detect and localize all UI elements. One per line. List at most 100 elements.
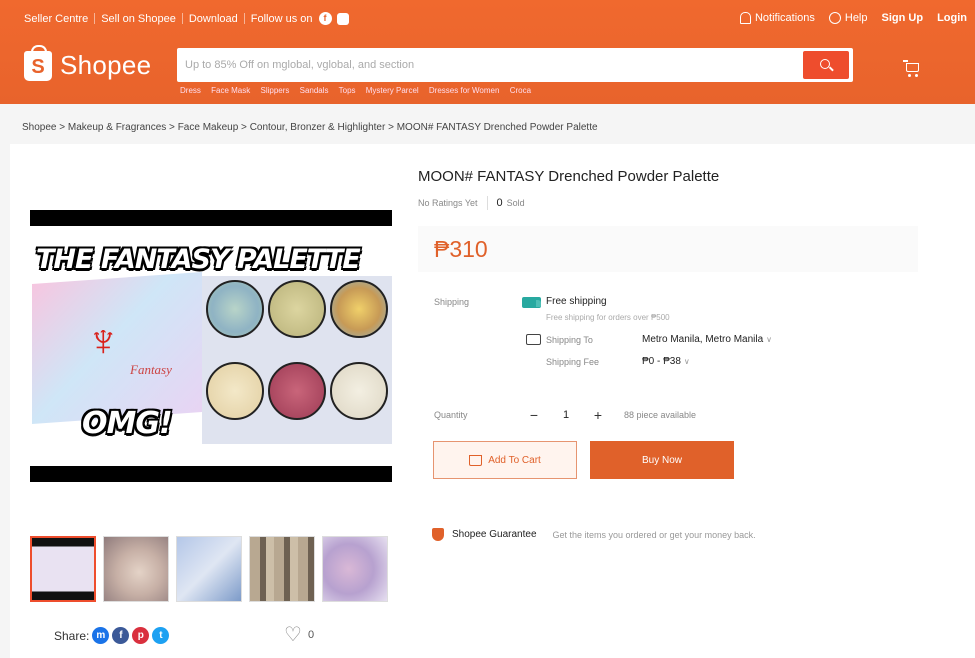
- brand-name: Shopee: [60, 50, 152, 80]
- keyword-link[interactable]: Dress: [180, 86, 201, 95]
- chevron-down-icon: ∨: [766, 335, 773, 344]
- pinterest-icon[interactable]: p: [132, 627, 150, 644]
- price-section: [418, 226, 918, 272]
- sold-count: 0: [496, 197, 503, 209]
- eyeshadow-pans: [202, 276, 392, 444]
- download-link[interactable]: Download: [189, 13, 238, 25]
- twitter-icon[interactable]: t: [152, 627, 170, 644]
- thumbnail-strip: [30, 536, 395, 602]
- thumbnail-image[interactable]: [249, 536, 315, 602]
- breadcrumb-link[interactable]: Face Makeup: [178, 122, 239, 133]
- keyword-link[interactable]: Dresses for Women: [429, 86, 500, 95]
- product-main-image[interactable]: ♆ Fantasy THE FANTASY PALETTE OMG!: [30, 210, 392, 482]
- shopee-logo[interactable]: S Shopee: [24, 44, 152, 81]
- help-label: Help: [844, 12, 868, 24]
- breadcrumb-link[interactable]: Shopee: [22, 122, 56, 133]
- shipping-to-select[interactable]: Metro Manila, Metro Manila ∨: [642, 334, 772, 345]
- seller-centre-link[interactable]: Seller Centre: [24, 13, 88, 25]
- top-bar: Seller Centre Sell on Shopee Download Fo…: [0, 10, 975, 28]
- search-bar: [177, 48, 853, 82]
- shipping-label: Shipping: [434, 297, 470, 307]
- free-shipping-note: Free shipping for orders over ₱500: [546, 313, 670, 322]
- ratings-status: No Ratings Yet: [418, 198, 478, 208]
- sign-up-link[interactable]: Sign Up: [882, 12, 924, 24]
- shipping-fee-label: Shipping Fee: [546, 357, 600, 367]
- quantity-input[interactable]: 1: [546, 403, 586, 427]
- product-title: MOON# FANTASY Drenched Powder Palette: [418, 168, 720, 185]
- keyword-link[interactable]: Face Mask: [211, 86, 250, 95]
- add-to-cart-label: Add To Cart: [488, 454, 541, 466]
- messenger-icon[interactable]: m: [92, 627, 110, 644]
- pan-swatch: [330, 280, 388, 338]
- search-button[interactable]: [803, 51, 849, 79]
- pan-swatch: [268, 280, 326, 338]
- quantity-increase-button[interactable]: +: [586, 403, 610, 427]
- image-omg-text: OMG!: [82, 406, 173, 441]
- instagram-icon[interactable]: [336, 12, 349, 25]
- divider: [243, 13, 245, 24]
- trending-keywords: Dress Face Mask Slippers Sandals Tops My…: [180, 86, 539, 95]
- pan-swatch: [206, 280, 264, 338]
- thumbnail-image[interactable]: [103, 536, 169, 602]
- free-shipping-icon: [522, 297, 541, 308]
- divider: [486, 196, 488, 210]
- thumbnail-image[interactable]: [322, 536, 388, 602]
- facebook-icon[interactable]: f: [318, 12, 332, 25]
- facebook-share-icon[interactable]: f: [112, 627, 130, 644]
- breadcrumb-current: MOON# FANTASY Drenched Powder Palette: [396, 122, 598, 133]
- quantity-label: Quantity: [434, 410, 468, 420]
- shipping-to-label: Shipping To: [546, 335, 593, 345]
- product-price: ₱310: [434, 236, 488, 262]
- breadcrumb-link[interactable]: Makeup & Fragrances: [68, 122, 166, 133]
- help-icon: [828, 12, 841, 24]
- divider: [94, 13, 96, 24]
- bell-icon: [739, 12, 751, 24]
- favorite-button[interactable]: ♡ 0: [284, 625, 314, 645]
- guarantee-text: Get the items you ordered or get your mo…: [552, 529, 756, 540]
- cart-plus-icon: [469, 454, 483, 466]
- thumbnail-image[interactable]: [30, 536, 96, 602]
- shipping-to-value: Metro Manila, Metro Manila: [642, 334, 764, 345]
- sign-up-label: Sign Up: [881, 12, 924, 24]
- breadcrumb-link[interactable]: Contour, Bronzer & Highlighter: [250, 122, 386, 133]
- buy-now-button[interactable]: Buy Now: [590, 441, 734, 479]
- follow-us-label: Follow us on: [250, 12, 313, 25]
- login-link[interactable]: Login: [937, 12, 967, 24]
- thumbnail-image[interactable]: [176, 536, 242, 602]
- quantity-decrease-button[interactable]: −: [522, 403, 546, 427]
- fantasy-script: Fantasy: [130, 362, 172, 377]
- shipping-fee-select[interactable]: ₱0 - ₱38 ∨: [642, 356, 690, 367]
- cart-icon[interactable]: [903, 60, 921, 78]
- mermaid-logo-icon: ♆: [86, 314, 121, 366]
- notifications-link[interactable]: Notifications: [739, 12, 815, 24]
- keyword-link[interactable]: Slippers: [260, 86, 289, 95]
- keyword-link[interactable]: Croca: [510, 86, 531, 95]
- shopee-guarantee: Shopee Guarantee Get the items you order…: [432, 528, 756, 541]
- search-icon: [820, 59, 830, 69]
- search-input[interactable]: [185, 56, 795, 74]
- site-header: Seller Centre Sell on Shopee Download Fo…: [0, 0, 975, 104]
- share-row: Share: m f p t: [54, 627, 170, 644]
- product-meta: No Ratings Yet 0 Sold: [418, 196, 525, 210]
- shipping-truck-icon: [526, 334, 541, 345]
- keyword-link[interactable]: Tops: [339, 86, 356, 95]
- divider: [181, 13, 183, 24]
- chevron-down-icon: ∨: [683, 357, 690, 366]
- shield-icon: [432, 528, 444, 541]
- pan-swatch: [206, 362, 264, 420]
- pan-swatch: [268, 362, 326, 420]
- sold-label: Sold: [506, 198, 525, 208]
- image-headline: THE FANTASY PALETTE: [36, 244, 361, 275]
- shopping-bag-icon: S: [24, 44, 52, 81]
- share-label: Share:: [54, 628, 90, 643]
- sell-on-shopee-link[interactable]: Sell on Shopee: [101, 13, 176, 25]
- add-to-cart-button[interactable]: Add To Cart: [433, 441, 577, 479]
- keyword-link[interactable]: Mystery Parcel: [366, 86, 419, 95]
- breadcrumb: Shopee > Makeup & Fragrances > Face Make…: [22, 122, 598, 133]
- stock-available: 88 piece available: [624, 410, 697, 420]
- keyword-link[interactable]: Sandals: [300, 86, 329, 95]
- free-shipping-text: Free shipping: [546, 296, 607, 307]
- shipping-fee-value: ₱0 - ₱38: [642, 356, 681, 367]
- help-link[interactable]: Help: [828, 12, 868, 24]
- guarantee-title: Shopee Guarantee: [452, 529, 537, 540]
